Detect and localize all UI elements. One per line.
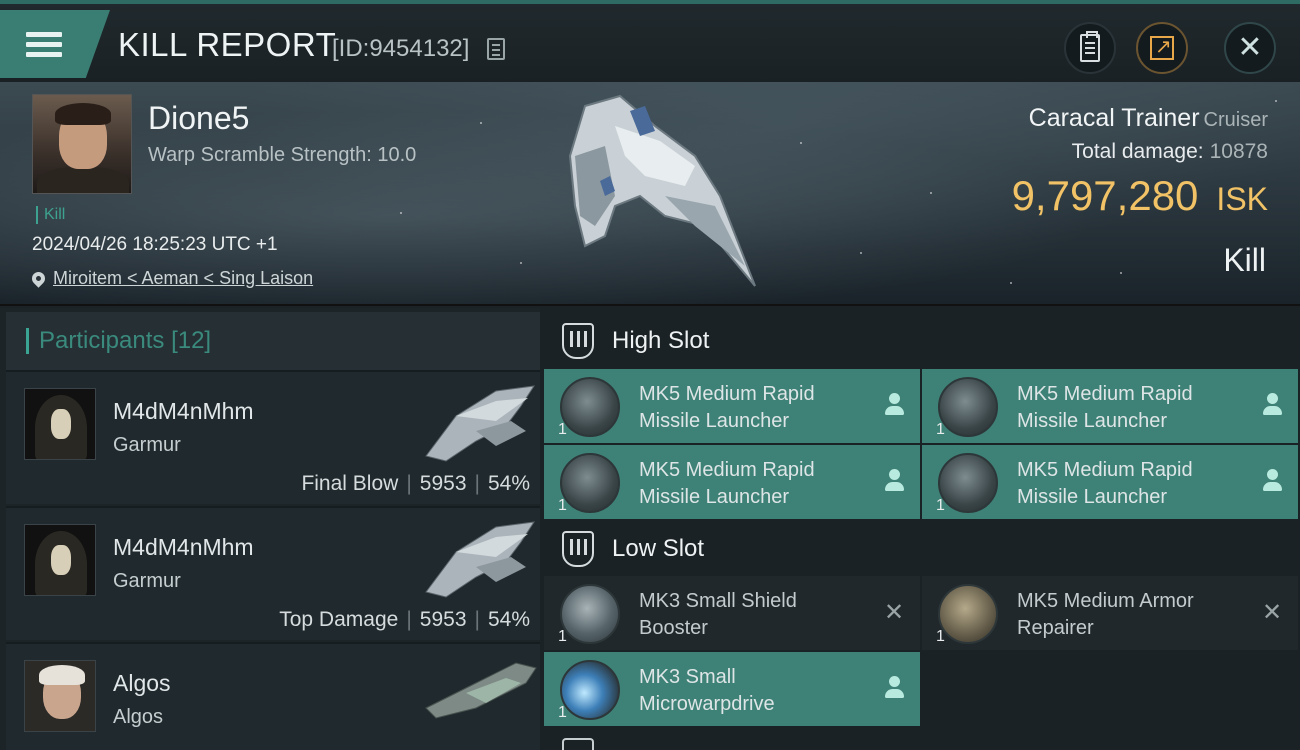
report-id: [ID:9454132] <box>332 35 470 62</box>
close-button[interactable]: ✕ <box>1224 22 1276 74</box>
participant-row[interactable]: M4dM4nMhm Garmur Final Blow | 5953 | 54% <box>6 370 540 504</box>
participant-ship: Garmur <box>113 570 181 592</box>
share-icon <box>1150 34 1174 60</box>
module-quantity: 1 <box>558 628 567 645</box>
module-quantity: 1 <box>558 704 567 721</box>
missile-launcher-icon <box>560 377 620 437</box>
result-label: Kill <box>1223 242 1266 278</box>
page-title: KILL REPORT <box>118 26 337 63</box>
module-item[interactable]: 1 MK5 Medium Rapid Missile Launcher <box>544 369 920 443</box>
armor-repairer-icon <box>938 584 998 644</box>
module-quantity: 1 <box>936 421 945 438</box>
module-quantity: 1 <box>936 628 945 645</box>
module-item[interactable]: 1 MK5 Medium Armor Repairer ✕ <box>922 576 1298 650</box>
low-slot-icon <box>562 531 594 567</box>
module-item[interactable]: 1 MK3 Small Shield Booster ✕ <box>544 576 920 650</box>
module-quantity: 1 <box>558 421 567 438</box>
participants-panel: Participants [12] M4dM4nMhm Garmur Final… <box>0 308 540 750</box>
module-name: MK5 Medium Rapid Missile Launcher <box>639 459 815 508</box>
module-quantity: 1 <box>936 497 945 514</box>
participant-row[interactable]: Algos Algos <box>6 642 540 750</box>
missile-launcher-icon <box>938 377 998 437</box>
participants-header: Participants [12] <box>6 312 540 370</box>
participant-stats: Final Blow | 5953 | 54% <box>301 472 530 495</box>
ship-name[interactable]: Caracal Trainer Cruiser <box>1029 104 1268 133</box>
module-item[interactable]: 1 MK5 Medium Rapid Missile Launcher <box>922 445 1298 519</box>
close-icon: ✕ <box>1237 30 1263 65</box>
hamburger-icon <box>26 27 62 62</box>
module-name: MK3 Small Microwarpdrive <box>639 666 775 715</box>
microwarpdrive-icon <box>560 660 620 720</box>
participant-avatar <box>24 388 96 460</box>
victim-summary: Dione5 Warp Scramble Strength: 10.0 Kill… <box>0 82 1300 306</box>
menu-button[interactable] <box>0 10 110 78</box>
location-link[interactable]: Miroitem < Aeman < Sing Laison <box>29 268 313 289</box>
participant-ship-render <box>425 521 536 598</box>
participant-name: Algos <box>113 670 171 696</box>
kill-timestamp: 2024/04/26 18:25:23 UTC +1 <box>32 234 278 255</box>
module-item[interactable]: 1 MK3 Small Microwarpdrive <box>544 652 920 726</box>
victim-name[interactable]: Dione5 <box>148 100 249 137</box>
clipboard-button[interactable] <box>1064 22 1116 74</box>
shield-booster-icon <box>560 584 620 644</box>
participant-stats: Top Damage | 5953 | 54% <box>279 608 530 631</box>
warp-scramble-strength: Warp Scramble Strength: 10.0 <box>148 144 417 166</box>
fitting-panel: High Slot 1 MK5 Medium Rapid Missile Laun… <box>544 308 1300 750</box>
module-item[interactable]: 1 MK5 Medium Rapid Missile Launcher <box>922 369 1298 443</box>
next-slot-icon <box>562 738 594 750</box>
high-slot-icon <box>562 323 594 359</box>
participant-row[interactable]: M4dM4nMhm Garmur Top Damage | 5953 | 54% <box>6 506 540 640</box>
participant-ship: Garmur <box>113 434 181 456</box>
fitted-person-icon <box>884 676 906 700</box>
fitted-person-icon <box>1262 469 1284 493</box>
share-button[interactable] <box>1136 22 1188 74</box>
module-name: MK5 Medium Armor Repairer <box>1017 590 1194 639</box>
participant-ship: Algos <box>113 706 164 728</box>
participant-avatar <box>24 660 96 732</box>
module-item[interactable]: 1 MK5 Medium Rapid Missile Launcher <box>544 445 920 519</box>
top-bar: KILL REPORT [ID:9454132] ✕ <box>0 0 1300 82</box>
kill-tag: Kill <box>36 206 65 224</box>
participant-ship-render <box>425 662 537 719</box>
low-slot-header: Low Slot <box>544 522 1300 576</box>
isk-value: 9,797,280 ISK <box>1011 172 1268 219</box>
module-name: MK5 Medium Rapid Missile Launcher <box>1017 383 1193 432</box>
module-quantity: 1 <box>558 497 567 514</box>
participant-avatar <box>24 524 96 596</box>
module-name: MK5 Medium Rapid Missile Launcher <box>639 383 815 432</box>
location-text[interactable]: Miroitem < Aeman < Sing Laison <box>53 268 313 289</box>
fitted-person-icon <box>884 469 906 493</box>
clipboard-icon <box>1080 31 1100 62</box>
module-name: MK5 Medium Rapid Missile Launcher <box>1017 459 1193 508</box>
ship-class: Cruiser <box>1203 109 1268 131</box>
participant-name: M4dM4nMhm <box>113 398 254 424</box>
destroyed-x-icon: ✕ <box>884 598 905 626</box>
participant-ship-render <box>425 385 536 462</box>
victim-portrait[interactable] <box>32 94 132 194</box>
location-pin-icon <box>29 269 48 288</box>
high-slot-header: High Slot <box>544 314 1300 368</box>
destroyed-x-icon: ✕ <box>1262 598 1283 626</box>
victim-ship-render <box>568 94 756 287</box>
missile-launcher-icon <box>560 453 620 513</box>
total-damage: Total damage: 10878 <box>1071 140 1268 163</box>
participant-name: M4dM4nMhm <box>113 534 254 560</box>
module-name: MK3 Small Shield Booster <box>639 590 797 639</box>
fitted-person-icon <box>884 393 906 417</box>
copy-icon[interactable] <box>487 38 505 60</box>
missile-launcher-icon <box>938 453 998 513</box>
fitted-person-icon <box>1262 393 1284 417</box>
